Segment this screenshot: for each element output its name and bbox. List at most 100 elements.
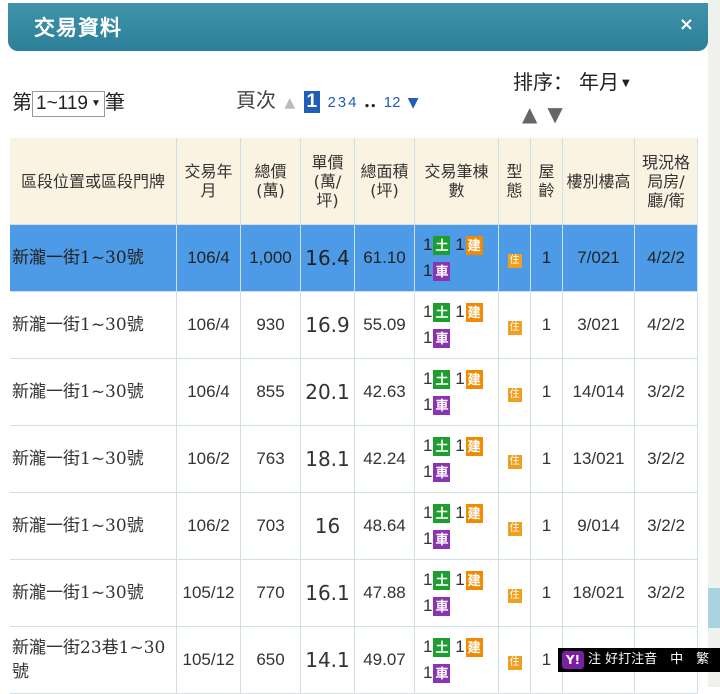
land-badge: 土	[433, 504, 451, 524]
building-badge: 建	[465, 236, 483, 256]
cell-area: 49.07	[355, 627, 415, 694]
page-link[interactable]: 3	[338, 94, 346, 111]
cell-floor: 7/021	[563, 225, 635, 292]
cell-type: 住	[499, 225, 531, 292]
txn-count: 1	[455, 503, 465, 522]
cell-layout: 3/2/2	[635, 560, 698, 627]
cell-floor: 14/014	[563, 359, 635, 426]
txn-count: 1	[423, 570, 433, 589]
txn-count: 1	[423, 395, 433, 414]
cell-addr: 新瀧一街1~30號	[10, 493, 177, 560]
page-link[interactable]: 4	[348, 94, 356, 111]
cell-age: 1	[531, 359, 563, 426]
residential-badge: 住	[507, 388, 522, 402]
transaction-panel: 交易資料 × 第 1~119 ▼ 筆 頁次 ▲ 1 234 .. 12 ▼ 排序： 年月…	[8, 0, 720, 694]
page-current[interactable]: 1	[303, 91, 321, 113]
cell-addr: 新瀧一街1~30號	[10, 225, 177, 292]
cell-unit: 16	[301, 493, 355, 560]
map-water	[708, 588, 720, 628]
cell-type: 住	[499, 560, 531, 627]
table-row[interactable]: 新瀧一街1~30號 106/4 930 16.9 55.09 1 土 1 建 1 車住 1 3/021…	[10, 292, 698, 359]
building-badge: 建	[465, 303, 483, 323]
cell-area: 48.64	[355, 493, 415, 560]
prev-page-icon[interactable]: ▲	[284, 95, 295, 111]
txn-count: 1	[455, 436, 465, 455]
transaction-table: 區段位置或區段門牌 交易年月 總價(萬) 單價(萬/坪) 總面積(坪) 交易筆棟…	[10, 138, 698, 694]
table-row[interactable]: 新瀧一街1~30號 106/4 855 20.1 42.63 1 土 1 建 1 車住 1 14/01…	[10, 359, 698, 426]
col-header-area: 總面積(坪)	[355, 138, 415, 225]
sort-label: 排序：	[513, 70, 573, 94]
cell-area: 47.88	[355, 560, 415, 627]
cell-age: 1	[531, 560, 563, 627]
cell-type: 住	[499, 426, 531, 493]
table-row[interactable]: 新瀧一街1~30號 106/2 763 18.1 42.24 1 土 1 建 1 車住 1 13/02…	[10, 426, 698, 493]
cell-txn: 1土 1建1車	[415, 560, 499, 627]
cell-layout: 4/2/2	[635, 225, 698, 292]
sort-value: 年月	[579, 70, 619, 94]
table-row[interactable]: 新瀧一街1~30號 106/4 1,000 16.4 61.10 1 土 1 建 1 車住 1 7/0…	[10, 225, 698, 292]
range-prefix: 第	[12, 90, 32, 114]
cell-type: 住	[499, 292, 531, 359]
sort-control: 排序： 年月 ▼	[513, 66, 630, 95]
txn-count: 1	[455, 235, 465, 254]
cell-unit: 20.1	[301, 359, 355, 426]
land-badge: 土	[433, 370, 451, 390]
next-page-icon[interactable]: ▼	[408, 95, 419, 111]
building-badge: 建	[465, 638, 483, 658]
cell-txn: 1土 1建1車	[415, 292, 499, 359]
cell-total: 855	[241, 359, 301, 426]
panel-header: 交易資料 ×	[8, 3, 708, 51]
land-badge: 土	[433, 437, 451, 457]
car-badge: 車	[433, 664, 451, 684]
cell-total: 930	[241, 292, 301, 359]
col-header-layout: 現況格局房/廳/衛	[635, 138, 698, 225]
cell-ym: 106/4	[177, 225, 241, 292]
col-header-addr: 區段位置或區段門牌	[10, 138, 177, 225]
cell-unit: 18.1	[301, 426, 355, 493]
table-row[interactable]: 新瀧一街1~30號 106/2 703 16 48.64 1 土 1 建 1 車住 1 9/014 3/…	[10, 493, 698, 560]
close-icon[interactable]: ×	[679, 14, 694, 35]
cell-txn: 1土 1建1車	[415, 426, 499, 493]
txn-count: 1	[455, 570, 465, 589]
sort-desc-icon[interactable]: ▼	[547, 102, 562, 126]
col-header-txn: 交易筆棟數	[415, 138, 499, 225]
car-badge: 車	[433, 396, 451, 416]
sort-select[interactable]: 年月 ▼	[579, 70, 630, 94]
cell-age: 1	[531, 225, 563, 292]
cell-addr: 新瀧一街1~30號	[10, 560, 177, 627]
col-header-ym: 交易年月	[177, 138, 241, 225]
car-badge: 車	[433, 597, 451, 617]
col-header-floor: 樓別樓高	[563, 138, 635, 225]
ime-toolbar[interactable]: Y! 注 好打注音 中 繁	[558, 648, 720, 672]
page-link[interactable]: 2	[327, 94, 335, 111]
car-badge: 車	[433, 463, 451, 483]
cell-addr: 新瀧一街23巷1~30號	[10, 627, 177, 694]
chevron-down-icon: ▼	[90, 97, 101, 109]
cell-type: 住	[499, 493, 531, 560]
cell-unit: 16.1	[301, 560, 355, 627]
cell-floor: 13/021	[563, 426, 635, 493]
table-header-row: 區段位置或區段門牌 交易年月 總價(萬) 單價(萬/坪) 總面積(坪) 交易筆棟…	[10, 138, 698, 225]
txn-count: 1	[423, 261, 433, 280]
txn-count: 1	[455, 637, 465, 656]
building-badge: 建	[465, 571, 483, 591]
sort-asc-icon[interactable]: ▲	[522, 102, 537, 126]
col-header-age: 屋齡	[531, 138, 563, 225]
page-link-last[interactable]: 12	[384, 94, 401, 111]
cell-txn: 1土 1建1車	[415, 225, 499, 292]
cell-age: 1	[531, 292, 563, 359]
txn-count: 1	[423, 235, 433, 254]
range-select[interactable]: 1~119 ▼	[32, 90, 105, 117]
cell-total: 650	[241, 627, 301, 694]
cell-total: 1,000	[241, 225, 301, 292]
table-row[interactable]: 新瀧一街1~30號 105/12 770 16.1 47.88 1 土 1 建 1 車住 1 18/0…	[10, 560, 698, 627]
txn-count: 1	[423, 663, 433, 682]
txn-count: 1	[423, 436, 433, 455]
cell-type: 住	[499, 359, 531, 426]
residential-badge: 住	[507, 522, 522, 536]
land-badge: 土	[433, 236, 451, 256]
residential-badge: 住	[507, 254, 522, 268]
range-suffix: 筆	[104, 90, 125, 114]
cell-addr: 新瀧一街1~30號	[10, 426, 177, 493]
residential-badge: 住	[507, 455, 522, 469]
